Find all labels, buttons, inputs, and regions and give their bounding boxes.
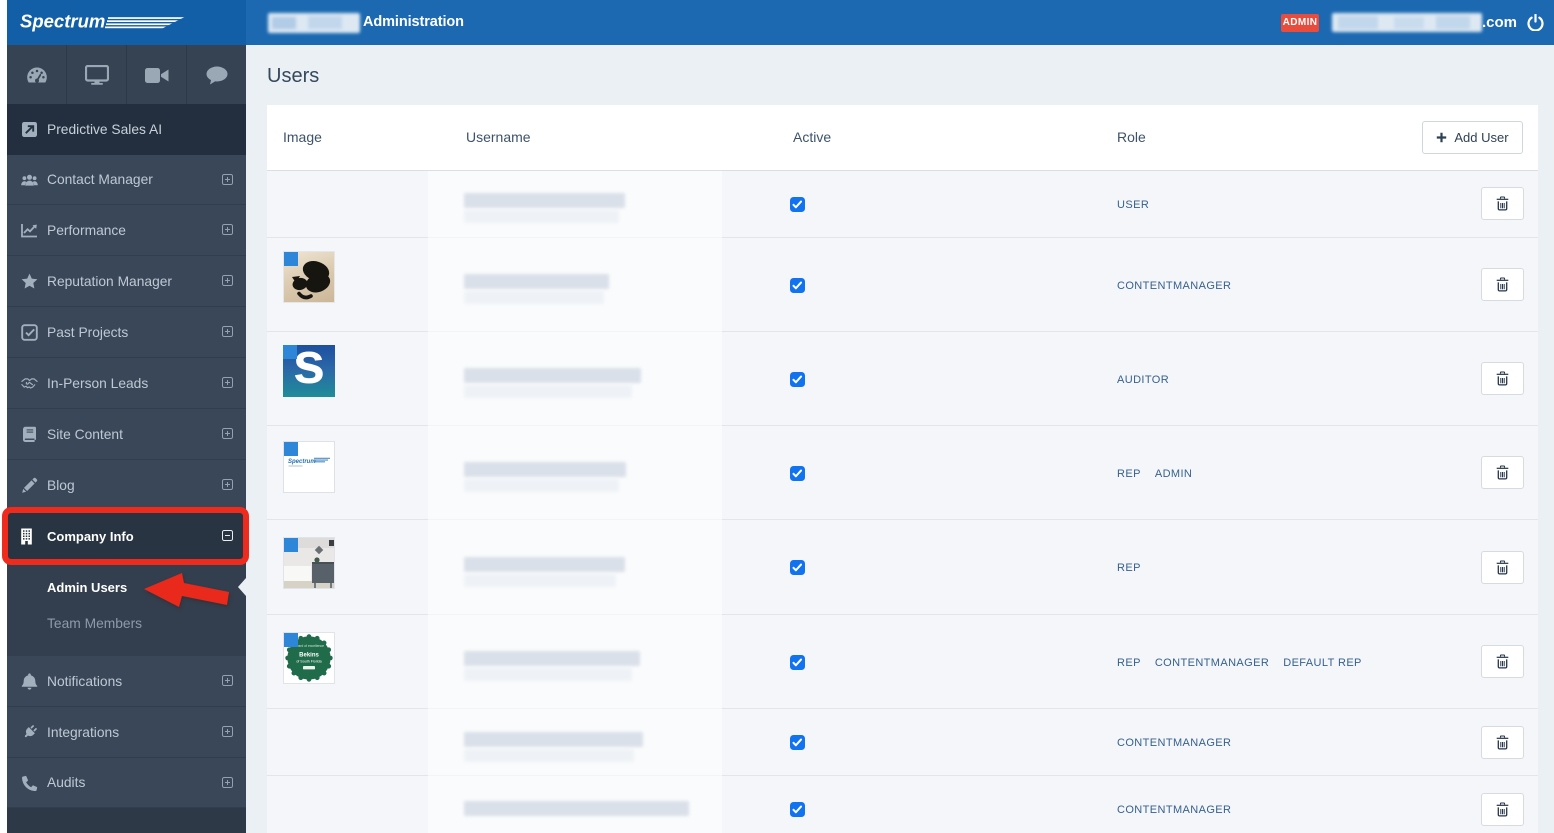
svg-text:Spectrum: Spectrum: [20, 11, 105, 32]
svg-text:of South Florida: of South Florida: [296, 660, 321, 664]
svg-text:Spectrum: Spectrum: [288, 459, 316, 465]
svg-text:Bekins: Bekins: [299, 653, 319, 659]
svg-text:award of excellence: award of excellence: [294, 644, 324, 648]
